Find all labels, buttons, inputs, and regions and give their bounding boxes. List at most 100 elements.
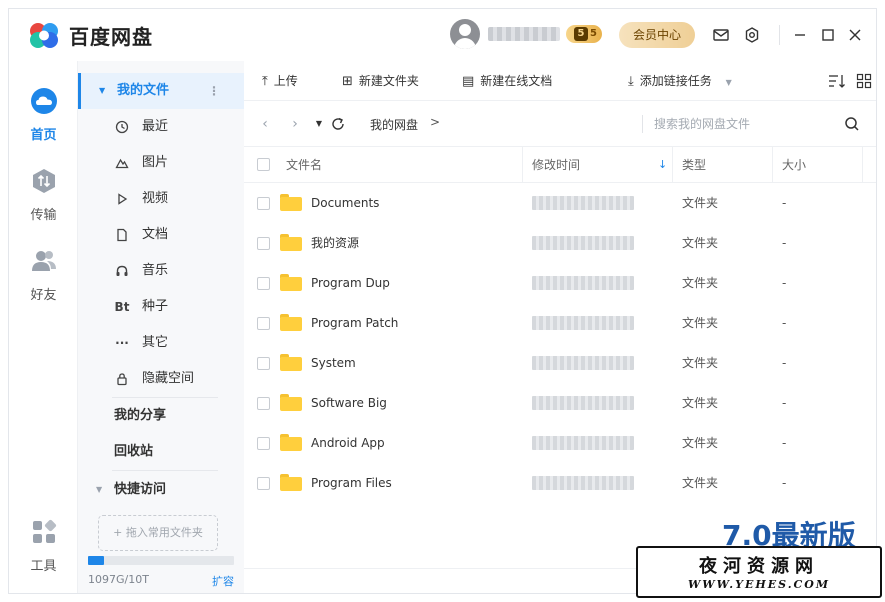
file-name[interactable]: System bbox=[311, 343, 356, 383]
row-checkbox[interactable] bbox=[257, 317, 270, 330]
new-folder-icon: ⊞ bbox=[342, 74, 353, 89]
sidebar-quick-access[interactable]: ▼ 快捷访问 bbox=[78, 472, 244, 508]
sidebar: ▼ 我的文件 ⋮ 最近 图片 视频 文档 音乐 Bt 种子 ··· 其它 隐藏空… bbox=[78, 61, 244, 593]
sidebar-item-recent[interactable]: 最近 bbox=[78, 109, 244, 145]
row-checkbox[interactable] bbox=[257, 437, 270, 450]
close-icon[interactable] bbox=[845, 25, 865, 45]
quick-access-drop-zone[interactable]: + 拖入常用文件夹 bbox=[98, 515, 218, 551]
sort-icon[interactable] bbox=[828, 73, 846, 89]
username-blurred[interactable] bbox=[488, 27, 560, 41]
file-name[interactable]: Program Patch bbox=[311, 303, 398, 343]
modified-time-blurred bbox=[532, 316, 634, 330]
nav-friends[interactable]: 好友 bbox=[9, 247, 78, 303]
sidebar-my-share[interactable]: 我的分享 bbox=[78, 398, 244, 434]
search-box bbox=[642, 111, 866, 137]
dropdown-caret-icon[interactable]: ▼ bbox=[726, 78, 732, 87]
row-checkbox[interactable] bbox=[257, 197, 270, 210]
history-dropdown-icon[interactable]: ▼ bbox=[310, 114, 328, 134]
file-name[interactable]: Program Files bbox=[311, 463, 392, 503]
file-name[interactable]: 我的资源 bbox=[311, 223, 359, 263]
row-checkbox[interactable] bbox=[257, 477, 270, 490]
download-icon: ⤓ bbox=[628, 74, 634, 89]
folder-icon bbox=[280, 354, 302, 371]
nav-transfer[interactable]: 传输 bbox=[9, 167, 78, 223]
vip-level-badge[interactable]: 55 bbox=[566, 25, 602, 43]
expand-storage-link[interactable]: 扩容 bbox=[212, 573, 234, 589]
forward-icon[interactable]: › bbox=[286, 114, 304, 134]
sort-desc-arrow-icon[interactable]: ↓ bbox=[658, 147, 667, 183]
row-checkbox[interactable] bbox=[257, 397, 270, 410]
modified-time-blurred bbox=[532, 356, 634, 370]
breadcrumb[interactable]: 我的网盘 bbox=[370, 116, 418, 133]
column-mtime[interactable]: 修改时间 bbox=[532, 147, 580, 183]
back-icon[interactable]: ‹ bbox=[256, 114, 274, 134]
sidebar-divider bbox=[112, 470, 218, 471]
file-size: - bbox=[782, 276, 787, 290]
modified-time-blurred bbox=[532, 196, 634, 210]
file-type: 文件夹 bbox=[682, 476, 719, 490]
row-checkbox[interactable] bbox=[257, 237, 270, 250]
cloud-icon bbox=[30, 88, 57, 114]
sidebar-item-hidden-space[interactable]: 隐藏空间 bbox=[78, 361, 244, 397]
table-row[interactable]: Program Dup 文件夹 - bbox=[244, 263, 876, 303]
sidebar-item-torrents[interactable]: Bt 种子 bbox=[78, 289, 244, 325]
member-center-button[interactable]: 会员中心 bbox=[619, 22, 695, 48]
modified-time-blurred bbox=[532, 276, 634, 290]
table-header: 文件名 修改时间 ↓ 类型 大小 bbox=[244, 147, 876, 183]
file-name[interactable]: Program Dup bbox=[311, 263, 390, 303]
search-input[interactable] bbox=[654, 114, 829, 134]
table-row[interactable]: Software Big 文件夹 - bbox=[244, 383, 876, 423]
upload-button[interactable]: ⤒ 上传 bbox=[262, 61, 298, 101]
file-size: - bbox=[782, 436, 787, 450]
table-row[interactable]: Program Files 文件夹 - bbox=[244, 463, 876, 503]
table-row[interactable]: Android App 文件夹 - bbox=[244, 423, 876, 463]
add-link-task-button[interactable]: ⤓ 添加链接任务 ▼ bbox=[628, 61, 732, 101]
grid-view-icon[interactable] bbox=[856, 73, 872, 89]
watermark-site-name: 夜河资源网 bbox=[699, 556, 819, 577]
file-name[interactable]: Documents bbox=[311, 183, 379, 223]
search-icon[interactable] bbox=[842, 114, 862, 134]
file-name[interactable]: Software Big bbox=[311, 383, 387, 423]
table-row[interactable]: Documents 文件夹 - bbox=[244, 183, 876, 223]
column-type[interactable]: 类型 bbox=[682, 147, 706, 183]
app-window: 百度网盘 55 会员中心 首页 传输 好友 工具 ▼ 我的文件 ⋮ 最近 图片 … bbox=[8, 8, 877, 594]
left-nav: 首页 传输 好友 工具 bbox=[9, 61, 78, 593]
folder-icon bbox=[280, 394, 302, 411]
table-row[interactable]: Program Patch 文件夹 - bbox=[244, 303, 876, 343]
maximize-icon[interactable] bbox=[818, 25, 838, 45]
minimize-icon[interactable] bbox=[790, 25, 810, 45]
column-size[interactable]: 大小 bbox=[782, 147, 806, 183]
app-title: 百度网盘 bbox=[69, 25, 153, 49]
table-row[interactable]: System 文件夹 - bbox=[244, 343, 876, 383]
settings-gear-icon[interactable] bbox=[742, 25, 762, 45]
sidebar-item-images[interactable]: 图片 bbox=[78, 145, 244, 181]
file-size: - bbox=[782, 356, 787, 370]
sidebar-item-videos[interactable]: 视频 bbox=[78, 181, 244, 217]
select-all-checkbox[interactable] bbox=[257, 158, 270, 171]
sidebar-recycle-bin[interactable]: 回收站 bbox=[78, 434, 244, 470]
mail-icon[interactable] bbox=[711, 25, 731, 45]
vertical-more-icon[interactable]: ⋮ bbox=[208, 73, 220, 109]
file-type: 文件夹 bbox=[682, 436, 719, 450]
sidebar-my-files[interactable]: ▼ 我的文件 ⋮ bbox=[78, 73, 244, 109]
file-name[interactable]: Android App bbox=[311, 423, 385, 463]
file-type: 文件夹 bbox=[682, 236, 719, 250]
caret-down-icon: ▼ bbox=[96, 485, 103, 494]
avatar[interactable] bbox=[450, 19, 480, 49]
refresh-icon[interactable] bbox=[330, 115, 346, 133]
address-bar: ‹ › ▼ 我的网盘 > bbox=[244, 101, 876, 147]
column-name[interactable]: 文件名 bbox=[286, 147, 322, 183]
play-icon bbox=[118, 193, 128, 205]
sidebar-item-other[interactable]: ··· 其它 bbox=[78, 325, 244, 361]
row-checkbox[interactable] bbox=[257, 357, 270, 370]
row-checkbox[interactable] bbox=[257, 277, 270, 290]
sidebar-item-documents[interactable]: 文档 bbox=[78, 217, 244, 253]
nav-tools[interactable]: 工具 bbox=[9, 518, 78, 574]
new-online-doc-button[interactable]: ▤ 新建在线文档 bbox=[462, 61, 552, 101]
new-folder-button[interactable]: ⊞ 新建文件夹 bbox=[342, 61, 419, 101]
nav-transfer-label: 传输 bbox=[30, 208, 57, 223]
nav-home[interactable]: 首页 bbox=[9, 87, 78, 143]
sidebar-item-music[interactable]: 音乐 bbox=[78, 253, 244, 289]
table-row[interactable]: 我的资源 文件夹 - bbox=[244, 223, 876, 263]
folder-icon bbox=[280, 474, 302, 491]
